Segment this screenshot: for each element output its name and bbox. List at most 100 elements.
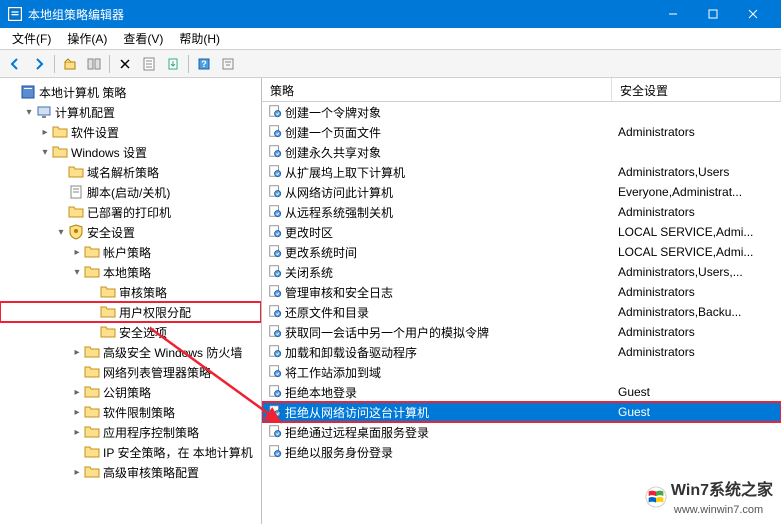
tree-advanced-audit[interactable]: ▸高级审核策略配置 [0, 462, 261, 482]
expand-icon[interactable]: ▾ [54, 227, 68, 238]
policy-name: 更改时区 [285, 224, 333, 241]
policy-row[interactable]: 还原文件和目录Administrators,Backu... [262, 302, 781, 322]
tree-label: 用户权限分配 [119, 304, 191, 321]
expand-icon[interactable]: ▸ [70, 427, 84, 438]
expand-icon[interactable]: ▸ [70, 387, 84, 398]
policy-icon [268, 444, 282, 461]
policy-name-cell: 从网络访问此计算机 [262, 183, 612, 202]
expand-icon[interactable]: ▸ [70, 347, 84, 358]
tree-app-control[interactable]: ▸应用程序控制策略 [0, 422, 261, 442]
tree-user-rights[interactable]: 用户权限分配 [0, 302, 261, 322]
menu-file[interactable]: 文件(F) [4, 28, 59, 49]
tree-deployed-printers[interactable]: 已部署的打印机 [0, 202, 261, 222]
tree-name-resolution[interactable]: 域名解析策略 [0, 162, 261, 182]
policy-setting-cell: LOCAL SERVICE,Admi... [612, 224, 781, 240]
content-area: 本地计算机 策略▾计算机配置▸软件设置▾Windows 设置域名解析策略脚本(启… [0, 78, 781, 524]
expand-icon[interactable]: ▾ [22, 107, 36, 118]
filter-button[interactable] [217, 53, 239, 75]
policy-row[interactable]: 拒绝通过远程桌面服务登录 [262, 422, 781, 442]
expand-icon[interactable]: ▸ [70, 407, 84, 418]
policy-list-pane[interactable]: 策略 安全设置 创建一个令牌对象创建一个页面文件Administrators创建… [262, 78, 781, 524]
tree-windows-firewall[interactable]: ▸ 高级安全 Windows 防火墙 [0, 342, 261, 362]
windows-logo-icon [645, 486, 667, 508]
menu-view[interactable]: 查看(V) [115, 28, 171, 49]
policy-name: 加载和卸载设备驱动程序 [285, 344, 417, 361]
policy-row[interactable]: 拒绝以服务身份登录 [262, 442, 781, 462]
tree-audit-policy[interactable]: 审核策略 [0, 282, 261, 302]
tree-advanced-audit-icon [84, 464, 100, 480]
policy-row[interactable]: 创建一个令牌对象 [262, 102, 781, 122]
delete-button[interactable] [114, 53, 136, 75]
tree-software-restriction-icon [84, 404, 100, 420]
tree-local-policies[interactable]: ▾本地策略 [0, 262, 261, 282]
tree-label: 域名解析策略 [87, 164, 159, 181]
expand-icon[interactable]: ▸ [70, 247, 84, 258]
policy-name: 获取同一会话中另一个用户的模拟令牌 [285, 324, 489, 341]
policy-icon [268, 404, 282, 421]
expand-icon[interactable]: ▸ [70, 467, 84, 478]
menu-help[interactable]: 帮助(H) [171, 28, 228, 49]
policy-name: 创建一个令牌对象 [285, 104, 381, 121]
policy-row[interactable]: 从扩展坞上取下计算机Administrators,Users [262, 162, 781, 182]
policy-row[interactable]: 将工作站添加到域 [262, 362, 781, 382]
policy-name: 将工作站添加到域 [285, 364, 381, 381]
policy-icon [268, 304, 282, 321]
tree-label: 高级安全 Windows 防火墙 [103, 344, 242, 361]
policy-row[interactable]: 创建一个页面文件Administrators [262, 122, 781, 142]
tree-computer-config[interactable]: ▾计算机配置 [0, 102, 261, 122]
policy-row[interactable]: 从网络访问此计算机Everyone,Administrat... [262, 182, 781, 202]
policy-row[interactable]: 从远程系统强制关机Administrators [262, 202, 781, 222]
policy-row[interactable]: 拒绝从网络访问这台计算机Guest [262, 402, 781, 422]
menu-action[interactable]: 操作(A) [59, 28, 115, 49]
policy-name-cell: 拒绝以服务身份登录 [262, 443, 612, 462]
tree-root[interactable]: 本地计算机 策略 [0, 82, 261, 102]
maximize-button[interactable] [693, 0, 733, 28]
policy-row[interactable]: 更改系统时间LOCAL SERVICE,Admi... [262, 242, 781, 262]
policy-setting-cell: Administrators [612, 124, 781, 140]
properties-button[interactable] [138, 53, 160, 75]
policy-row[interactable]: 加载和卸载设备驱动程序Administrators [262, 342, 781, 362]
expand-icon[interactable]: ▾ [38, 147, 52, 158]
tree-network-list[interactable]: 网络列表管理器策略 [0, 362, 261, 382]
tree-account-policies[interactable]: ▸ 帐户策略 [0, 242, 261, 262]
column-setting[interactable]: 安全设置 [612, 78, 781, 101]
tree-windows-firewall-icon [84, 344, 100, 360]
tree-label: 软件限制策略 [103, 404, 175, 421]
expand-icon[interactable]: ▾ [70, 267, 84, 278]
tree-root-icon [20, 84, 36, 100]
show-hide-button[interactable] [83, 53, 105, 75]
tree-security-settings[interactable]: ▾安全设置 [0, 222, 261, 242]
policy-row[interactable]: 拒绝本地登录Guest [262, 382, 781, 402]
svg-text:?: ? [201, 59, 207, 69]
forward-button[interactable] [28, 53, 50, 75]
tree-windows-settings-icon [52, 144, 68, 160]
back-button[interactable] [4, 53, 26, 75]
tree-security-options[interactable]: 安全选项 [0, 322, 261, 342]
policy-name-cell: 创建永久共享对象 [262, 143, 612, 162]
policy-icon [268, 104, 282, 121]
tree-pane[interactable]: 本地计算机 策略▾计算机配置▸软件设置▾Windows 设置域名解析策略脚本(启… [0, 78, 262, 524]
up-button[interactable] [59, 53, 81, 75]
export-button[interactable] [162, 53, 184, 75]
column-policy[interactable]: 策略 [262, 78, 612, 101]
tree-software-settings[interactable]: ▸软件设置 [0, 122, 261, 142]
app-icon [8, 7, 22, 21]
expand-icon[interactable]: ▸ [38, 127, 52, 138]
policy-setting-cell: Everyone,Administrat... [612, 184, 781, 200]
policy-row[interactable]: 获取同一会话中另一个用户的模拟令牌Administrators [262, 322, 781, 342]
tree-ip-security[interactable]: IP 安全策略，在 本地计算机 [0, 442, 261, 462]
policy-row[interactable]: 更改时区 LOCAL SERVICE,Admi... [262, 222, 781, 242]
tree-public-key[interactable]: ▸公钥策略 [0, 382, 261, 402]
tree-label: 帐户策略 [103, 244, 151, 261]
policy-row[interactable]: 关闭系统Administrators,Users,... [262, 262, 781, 282]
tree-software-restriction[interactable]: ▸ 软件限制策略 [0, 402, 261, 422]
policy-row[interactable]: 创建永久共享对象 [262, 142, 781, 162]
policy-icon [268, 264, 282, 281]
policy-name-cell: 更改时区 [262, 223, 612, 242]
tree-windows-settings[interactable]: ▾Windows 设置 [0, 142, 261, 162]
help-button[interactable]: ? [193, 53, 215, 75]
policy-row[interactable]: 管理审核和安全日志Administrators [262, 282, 781, 302]
minimize-button[interactable] [653, 0, 693, 28]
close-button[interactable] [733, 0, 773, 28]
tree-scripts[interactable]: 脚本(启动/关机) [0, 182, 261, 202]
